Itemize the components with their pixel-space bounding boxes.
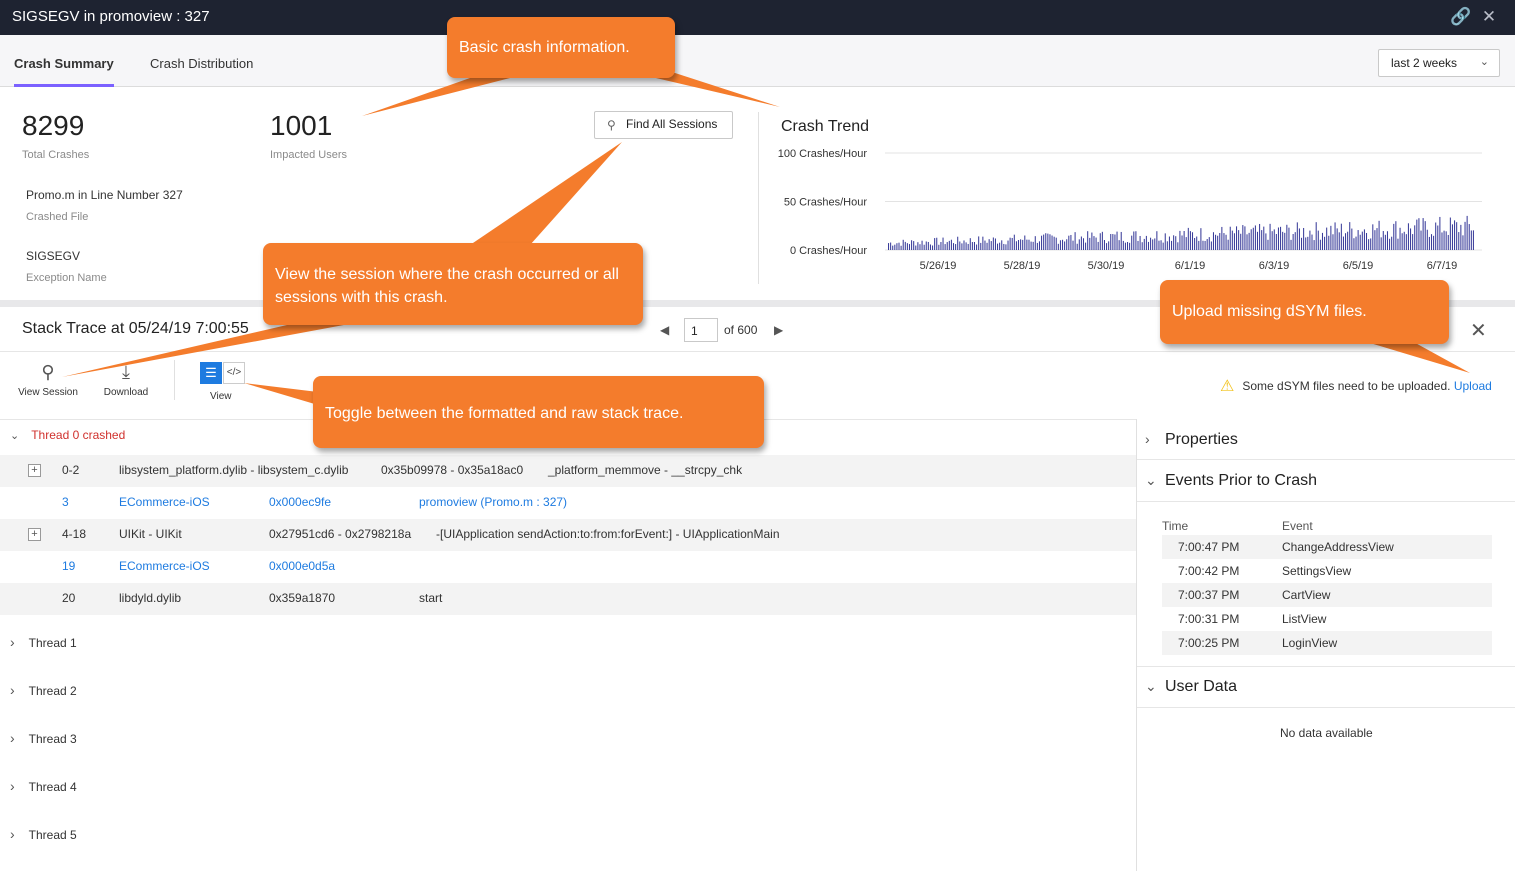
callout-basic-info: Basic crash information. [447,17,675,78]
callout-upload: Upload missing dSYM files. [1160,280,1449,344]
callout-arrow-toggle [244,383,318,405]
callout-toggle: Toggle between the formatted and raw sta… [313,376,764,448]
callout-arrow-upload [1360,340,1470,373]
callout-arrow-session-down [62,322,360,377]
callout-view-session: View the session where the crash occurre… [263,243,643,325]
callout-arrow-basic-left [362,78,510,116]
callout-arrow-session-up [470,142,622,245]
